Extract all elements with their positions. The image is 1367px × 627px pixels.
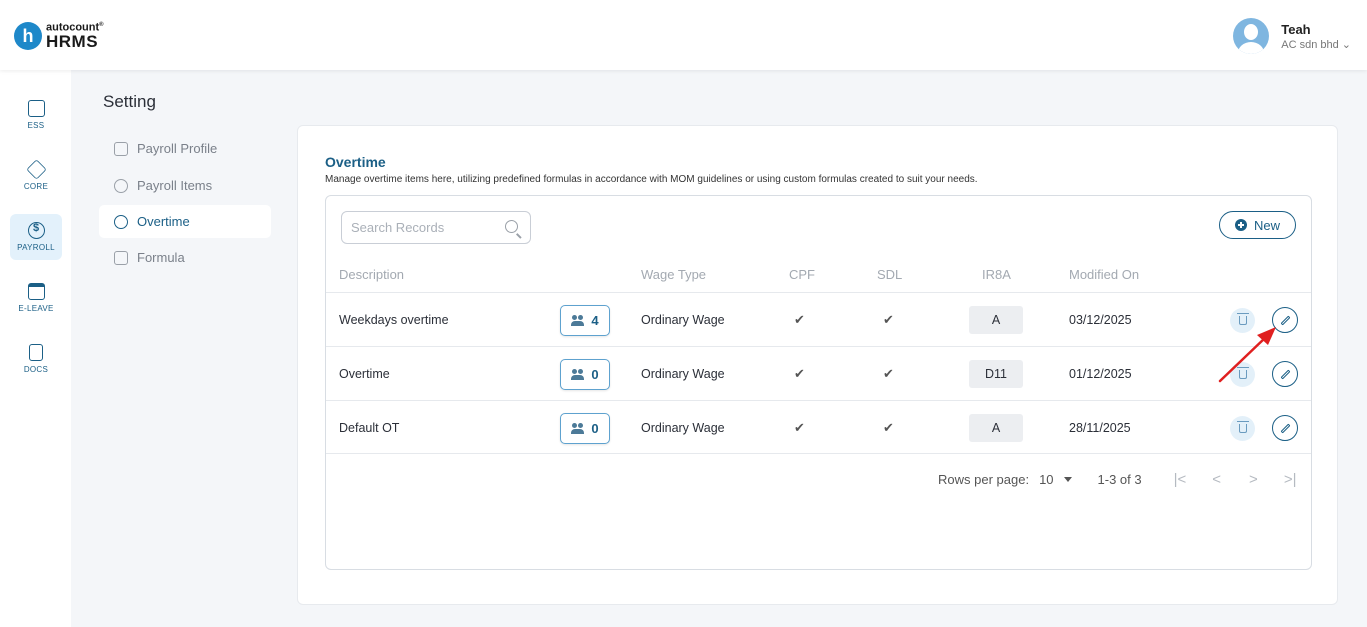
- nav-label: E-LEAVE: [18, 304, 54, 313]
- company-selector[interactable]: AC sdn bhd ⌄: [1281, 38, 1351, 51]
- row-description: Weekdays overtime: [339, 313, 449, 327]
- submenu-item-overtime[interactable]: Overtime: [99, 205, 271, 238]
- nav-item-eleave[interactable]: E-LEAVE: [10, 275, 62, 321]
- sdl-check-icon: ✔: [883, 420, 894, 435]
- ir8a-badge: A: [969, 306, 1023, 334]
- first-page-icon[interactable]: |<: [1174, 471, 1187, 488]
- cpf-check-icon: ✔: [794, 366, 805, 381]
- pencil-icon: [1280, 423, 1290, 433]
- logo-mark: h: [14, 22, 42, 50]
- docs-icon: [29, 344, 43, 361]
- search-icon[interactable]: [505, 220, 518, 233]
- cpf-check-icon: ✔: [794, 312, 805, 327]
- delete-button[interactable]: [1230, 415, 1255, 441]
- profile-icon: [114, 141, 128, 156]
- ess-icon: [27, 100, 45, 117]
- submenu-label: Formula: [137, 250, 185, 265]
- column-header-wage-type[interactable]: Wage Type: [641, 267, 706, 282]
- nav-item-payroll[interactable]: PAYROLL: [10, 214, 62, 260]
- pagination: Rows per page: 10 1-3 of 3 |< < > >|: [938, 471, 1296, 488]
- calendar-icon: [27, 283, 45, 300]
- submenu-label: Payroll Profile: [137, 141, 218, 156]
- module-nav: ESS CORE PAYROLL E-LEAVE DOCS: [0, 70, 71, 627]
- logo-product-text: HRMS: [46, 31, 99, 51]
- rows-per-page-label: Rows per page:: [938, 472, 1030, 487]
- assigned-employees-button[interactable]: 0: [560, 412, 610, 444]
- nav-label: DOCS: [23, 365, 49, 374]
- people-icon: [571, 315, 585, 326]
- previous-page-icon[interactable]: <: [1212, 471, 1221, 488]
- ir8a-badge: D11: [969, 360, 1023, 388]
- sdl-check-icon: ✔: [883, 312, 894, 327]
- trash-icon: [1236, 420, 1249, 433]
- people-icon: [571, 423, 585, 434]
- plus-circle-icon: [1234, 219, 1247, 231]
- last-page-icon[interactable]: >|: [1284, 471, 1297, 488]
- annotation-arrow-icon: [1218, 327, 1276, 383]
- submenu-label: Overtime: [137, 214, 190, 229]
- column-header-cpf[interactable]: CPF: [789, 267, 815, 282]
- row-wage-type: Ordinary Wage: [641, 313, 725, 327]
- money-icon: [114, 178, 128, 193]
- table-row[interactable]: Overtime 0 Ordinary Wage ✔ ✔ D11 01/12/2…: [326, 346, 1311, 400]
- rows-per-page-value: 10: [1039, 472, 1054, 487]
- page-title: Setting: [103, 92, 156, 111]
- column-header-description[interactable]: Description: [339, 267, 404, 282]
- row-description: Overtime: [339, 367, 390, 381]
- rows-per-page-select[interactable]: 10: [1039, 472, 1072, 487]
- column-header-sdl[interactable]: SDL: [877, 267, 902, 282]
- nav-item-core[interactable]: CORE: [10, 153, 62, 199]
- row-wage-type: Ordinary Wage: [641, 421, 725, 435]
- avatar[interactable]: [1233, 18, 1270, 54]
- overtime-table-card: New Description Wage Type CPF SDL IR8A M…: [325, 195, 1312, 570]
- caret-down-icon: [1063, 477, 1072, 482]
- section-title: Overtime: [325, 154, 386, 170]
- nav-label: ESS: [27, 121, 45, 130]
- next-page-icon[interactable]: >: [1249, 471, 1258, 488]
- submenu-item-payroll-items[interactable]: Payroll Items: [99, 169, 271, 202]
- app-logo[interactable]: h autocount® HRMS: [14, 22, 104, 50]
- submenu-item-payroll-profile[interactable]: Payroll Profile: [99, 132, 271, 165]
- core-icon: [25, 159, 47, 180]
- formula-icon: [114, 250, 128, 265]
- nav-item-ess[interactable]: ESS: [10, 92, 62, 138]
- submenu-item-formula[interactable]: Formula: [99, 241, 271, 274]
- column-header-modified-on[interactable]: Modified On: [1069, 267, 1139, 282]
- user-menu[interactable]: Teah AC sdn bhd ⌄: [1233, 18, 1351, 54]
- row-modified-on: 28/11/2025: [1069, 421, 1131, 435]
- logo-registered-mark: ®: [99, 22, 104, 29]
- table-row[interactable]: Weekdays overtime 4 Ordinary Wage ✔ ✔ A …: [326, 292, 1311, 346]
- cpf-check-icon: ✔: [794, 420, 805, 435]
- top-bar: h autocount® HRMS Teah AC sdn bhd ⌄: [0, 0, 1367, 70]
- new-button[interactable]: New: [1219, 211, 1296, 239]
- user-name: Teah: [1281, 21, 1311, 37]
- employee-count: 4: [591, 312, 599, 328]
- search-input[interactable]: [342, 212, 492, 243]
- assigned-employees-button[interactable]: 4: [560, 304, 610, 336]
- nav-label: CORE: [23, 182, 49, 191]
- column-header-ir8a[interactable]: IR8A: [982, 267, 1011, 282]
- people-icon: [571, 369, 585, 380]
- nav-item-docs[interactable]: DOCS: [10, 336, 62, 382]
- ir8a-badge: A: [969, 414, 1023, 442]
- row-modified-on: 01/12/2025: [1069, 367, 1132, 381]
- assigned-employees-button[interactable]: 0: [560, 358, 610, 390]
- payroll-icon: [27, 222, 45, 239]
- new-button-label: New: [1253, 217, 1280, 233]
- row-wage-type: Ordinary Wage: [641, 367, 725, 381]
- overtime-panel: Overtime Manage overtime items here, uti…: [297, 125, 1338, 605]
- row-modified-on: 03/12/2025: [1069, 313, 1132, 327]
- row-description: Default OT: [339, 421, 400, 435]
- table-row[interactable]: Default OT 0 Ordinary Wage ✔ ✔ A 28/11/2…: [326, 400, 1311, 454]
- clock-icon: [114, 214, 128, 229]
- section-description: Manage overtime items here, utilizing pr…: [325, 174, 978, 185]
- sdl-check-icon: ✔: [883, 366, 894, 381]
- employee-count: 0: [591, 420, 599, 436]
- nav-label: PAYROLL: [17, 243, 55, 252]
- submenu-label: Payroll Items: [137, 178, 213, 193]
- employee-count: 0: [591, 366, 599, 382]
- edit-button[interactable]: [1272, 415, 1298, 441]
- page-range: 1-3 of 3: [1097, 472, 1142, 487]
- search-box: [341, 211, 531, 244]
